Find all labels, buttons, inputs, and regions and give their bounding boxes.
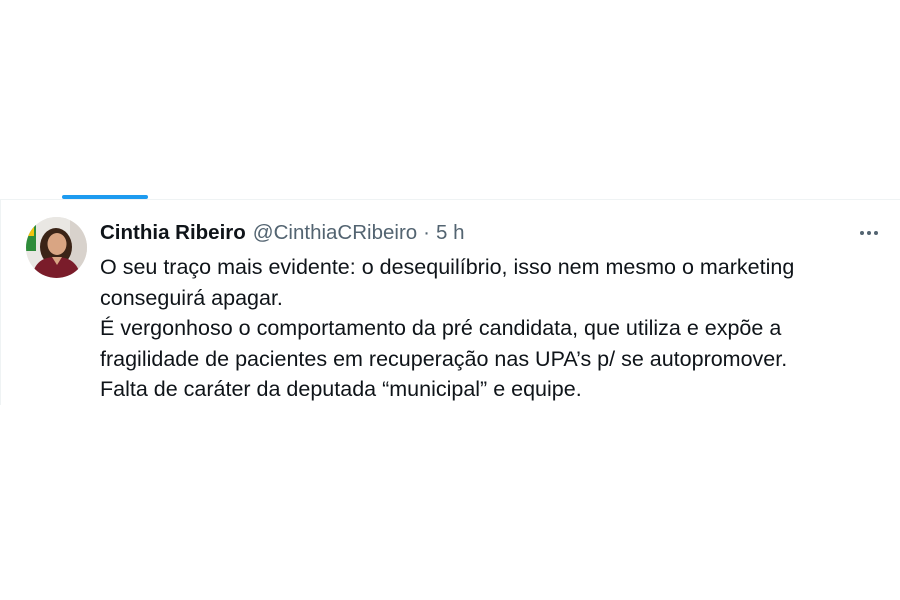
avatar-image: [26, 217, 87, 278]
more-horizontal-icon: [867, 231, 871, 235]
user-handle[interactable]: @CinthiaCRibeiro: [253, 220, 417, 246]
more-horizontal-icon: [860, 231, 864, 235]
tweet-text-line: É vergonhoso o comportamento da pré cand…: [100, 316, 782, 340]
display-name[interactable]: Cinthia Ribeiro: [100, 220, 246, 246]
tweet[interactable]: Cinthia Ribeiro @CinthiaCRibeiro · 5 h O…: [0, 200, 900, 405]
avatar[interactable]: [26, 217, 87, 278]
tweet-text-line: Falta de caráter da deputada “municipal”…: [100, 377, 582, 401]
timestamp[interactable]: 5 h: [436, 220, 465, 246]
separator-dot: ·: [423, 221, 430, 244]
tweet-header: Cinthia Ribeiro @CinthiaCRibeiro · 5 h: [100, 220, 465, 246]
tweet-text-line: O seu traço mais evidente: o desequilíbr…: [100, 255, 795, 279]
more-options-button[interactable]: [852, 218, 886, 248]
tweet-text-line: conseguirá apagar.: [100, 285, 283, 310]
tweet-text: O seu traço mais evidente: o desequilíbr…: [100, 252, 880, 405]
more-horizontal-icon: [874, 231, 878, 235]
tweet-text-line: fragilidade de pacientes em recuperação …: [100, 346, 788, 371]
